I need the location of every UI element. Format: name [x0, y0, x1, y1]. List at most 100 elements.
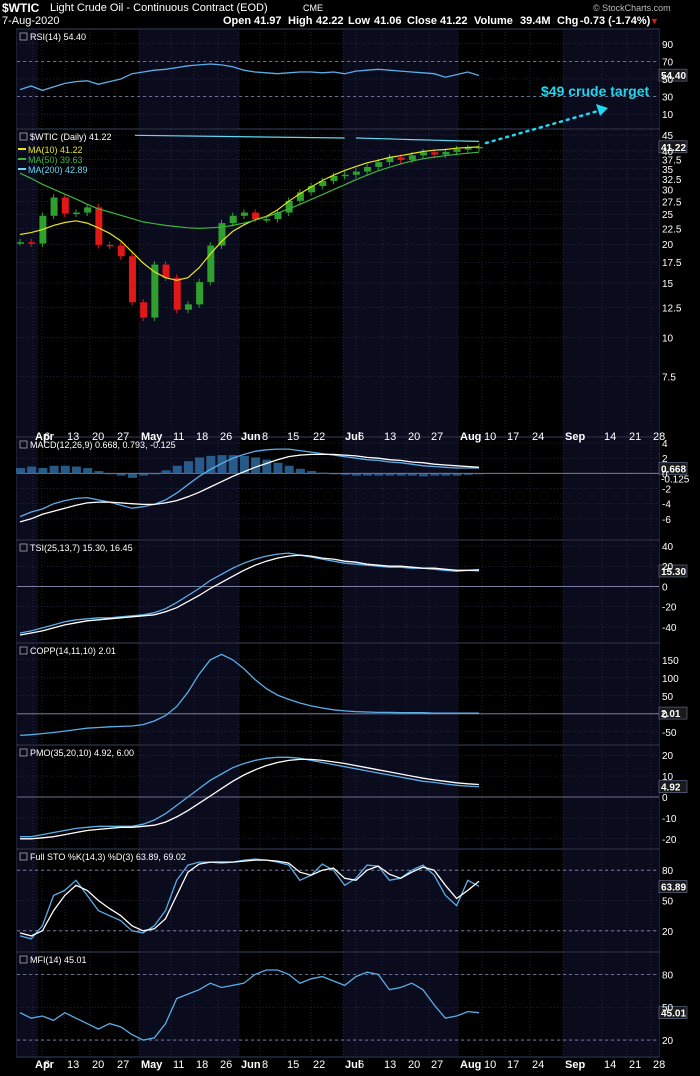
panel-frame: [16, 539, 660, 644]
candle-body: [375, 162, 383, 167]
macd-hist-bar: [419, 473, 429, 477]
macd-hist-bar: [16, 468, 25, 474]
y-tick-label: 80: [662, 866, 674, 877]
panel-frame: [16, 951, 660, 1058]
chart-date: 7-Aug-2020: [2, 15, 60, 27]
panel-tsi: [16, 539, 688, 644]
candle-body: [252, 212, 260, 220]
macd-hist-bar: [172, 465, 182, 474]
x-tick-label: 17: [507, 1059, 519, 1071]
macd-hist-bar: [161, 470, 171, 474]
macd-hist-bar: [452, 473, 462, 476]
x-tick-label: 6: [358, 431, 364, 443]
macd-hist-bar: [195, 457, 205, 474]
low-label: Low: [348, 15, 370, 27]
macd-hist-bar: [374, 473, 384, 476]
y-tick-label: -2: [662, 485, 671, 496]
macd-hist-bar: [396, 473, 406, 476]
chg-value: -0.73 (-1.74%): [580, 15, 651, 27]
x-tick-label: 15: [287, 1059, 299, 1071]
y-tick-label: 90: [662, 40, 674, 51]
candle-body: [84, 207, 92, 213]
y-tick-label: 32.5: [662, 175, 682, 186]
x-tick-label: 18: [196, 431, 208, 443]
x-tick-label: 20: [408, 431, 420, 443]
macd-hist-bar: [127, 473, 137, 478]
candle-body: [341, 174, 349, 177]
chart-title: Light Crude Oil - Continuous Contract (E…: [50, 2, 268, 14]
candle-body: [61, 197, 69, 214]
y-tick-label: -50: [662, 728, 677, 739]
y-tick-label: 10: [662, 334, 674, 345]
y-tick-label: -4: [662, 500, 671, 511]
last-value-label: 15.30: [661, 567, 686, 578]
x-tick-label: 26: [220, 1059, 232, 1071]
macd-hist-bar: [94, 471, 104, 474]
candle-body: [140, 302, 148, 318]
candle-body: [106, 244, 114, 247]
x-tick-label: Aug: [460, 1059, 481, 1071]
y-tick-label: 100: [662, 674, 679, 685]
y-tick-label: 20: [662, 927, 674, 938]
candle-body: [17, 242, 24, 244]
x-tick-label: 15: [287, 431, 299, 443]
candle-body: [453, 149, 461, 152]
y-tick-label: -10: [662, 814, 677, 825]
macd-hist-bar: [475, 473, 484, 475]
y-tick-label: 30: [662, 186, 674, 197]
macd-hist-bar: [60, 465, 70, 474]
candle-body: [240, 212, 248, 216]
chg-label: Chg: [557, 15, 579, 27]
panel-legend: MFI(14) 45.01: [30, 955, 87, 965]
x-tick-label: 20: [92, 431, 104, 443]
exchange: CME: [303, 3, 323, 13]
y-tick-label: 7.5: [662, 372, 676, 383]
candle-body: [173, 277, 181, 310]
open-label: Open: [223, 15, 252, 27]
high-value: 42.22: [316, 15, 344, 27]
candle-body: [364, 166, 372, 172]
annotation-text: $49 crude target: [541, 83, 649, 99]
y-tick-label: 10: [662, 772, 674, 783]
panel-legend: Full STO %K(14,3) %D(3) 63.89, 69.02: [30, 852, 186, 862]
last-value-label-2: -0.125: [661, 474, 690, 485]
month-shade: [343, 953, 458, 1056]
candle-body: [72, 212, 80, 215]
x-tick-label: 8: [262, 431, 268, 443]
x-tick-label: 26: [220, 431, 232, 443]
macd-hist-bar: [385, 473, 395, 476]
x-tick-label: 27: [431, 1059, 443, 1071]
y-tick-label: 30: [662, 93, 674, 104]
y-tick-label: 40: [662, 542, 674, 553]
y-tick-label: 50: [662, 897, 674, 908]
x-tick-label: Aug: [460, 431, 481, 443]
x-tick-label: 24: [532, 1059, 544, 1071]
macd-hist-bar: [351, 473, 361, 476]
macd-hist-bar: [363, 473, 373, 476]
close-label: Close: [407, 15, 437, 27]
panel-copp: [16, 642, 688, 746]
candle-body: [117, 245, 125, 257]
x-tick-label: Sep: [565, 431, 585, 443]
last-value-label: 45.01: [661, 1009, 686, 1020]
close-value: 41.22: [440, 15, 468, 27]
x-tick-label: 10: [484, 431, 496, 443]
x-tick-label: 11: [173, 431, 184, 443]
x-tick-label: Jun: [241, 1059, 261, 1071]
x-tick-label: 6: [44, 431, 50, 443]
x-tick-label: 14: [604, 431, 616, 443]
x-tick-label: 14: [604, 1059, 616, 1071]
macd-hist-bar: [430, 473, 440, 476]
y-tick-label: 150: [662, 656, 679, 667]
x-tick-label: Sep: [565, 1059, 585, 1071]
macd-hist-bar: [251, 457, 261, 474]
macd-hist-bar: [116, 473, 126, 476]
macd-hist-bar: [183, 461, 193, 474]
x-tick-label: 20: [92, 1059, 104, 1071]
x-tick-label: 8: [262, 1059, 268, 1071]
x-tick-label: 17: [507, 431, 519, 443]
down-arrow-icon: ▼: [650, 16, 659, 26]
macd-hist-bar: [307, 471, 317, 474]
x-tick-label: 24: [532, 431, 544, 443]
y-tick-label: 17.5: [662, 258, 682, 269]
